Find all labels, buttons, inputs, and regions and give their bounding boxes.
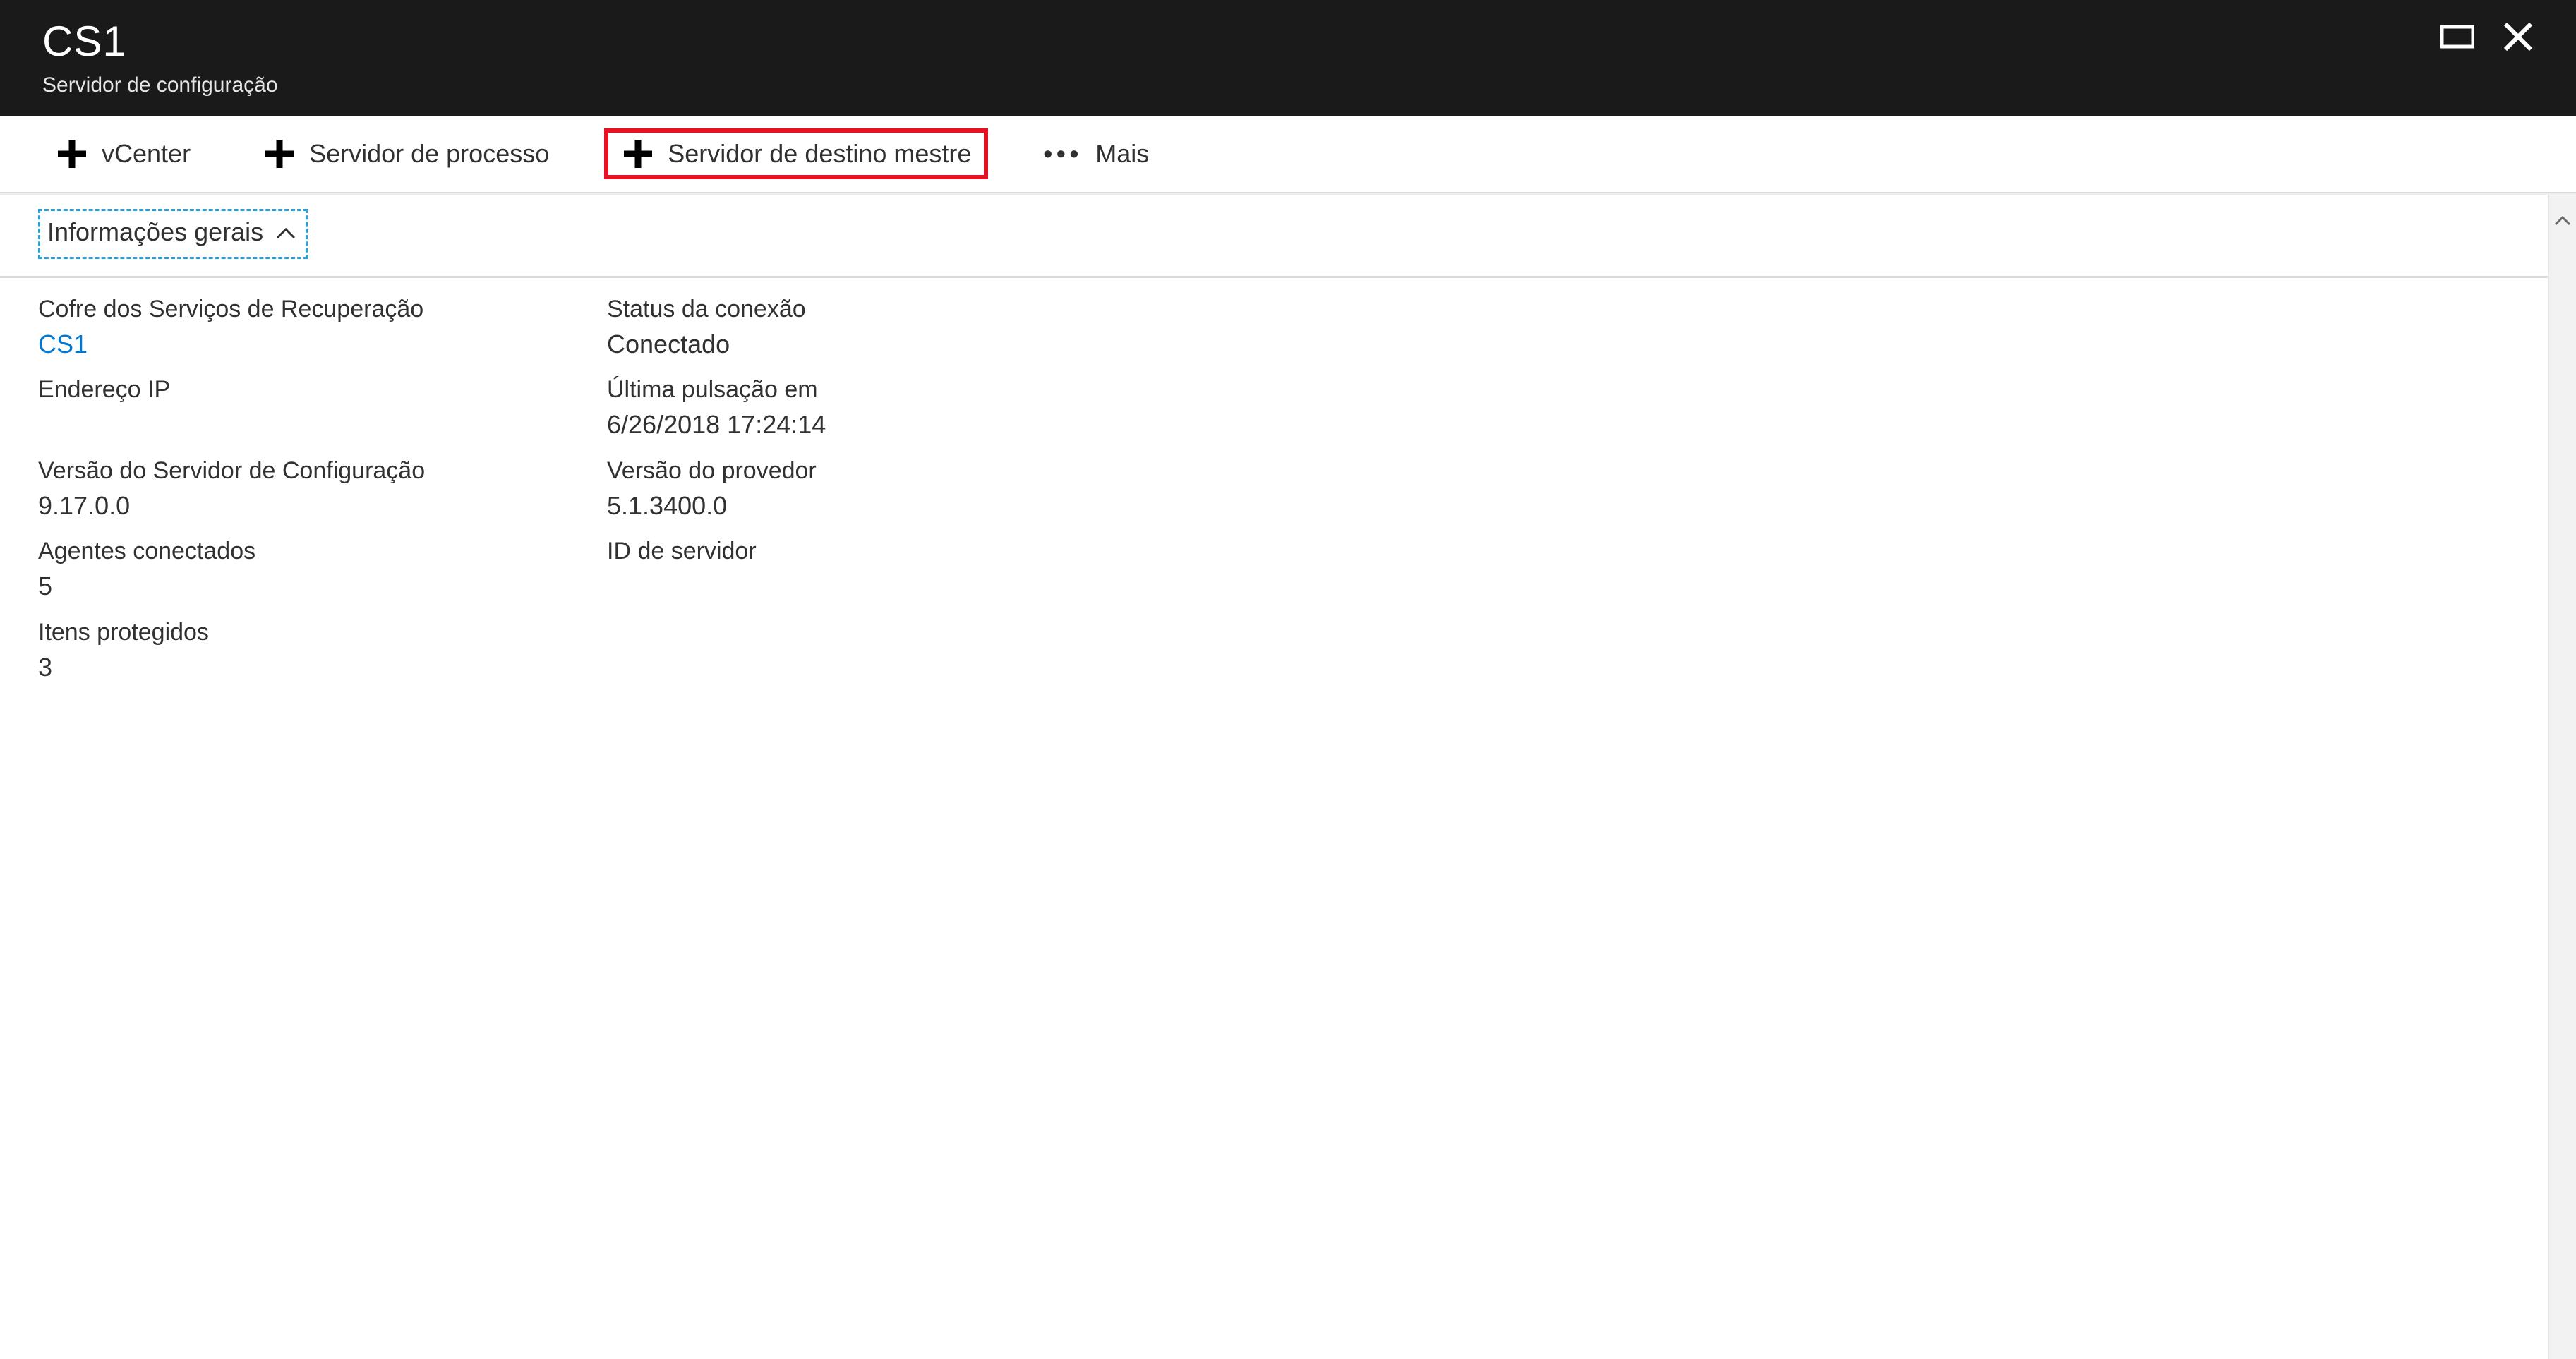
field-value: 5 [38,569,579,604]
maximize-icon[interactable] [2440,23,2474,51]
field-provider-version: Versão do provedor 5.1.3400.0 [607,455,1148,523]
general-info-toggle[interactable]: Informações gerais [38,209,308,259]
toolbar-label: Servidor de destino mestre [668,137,971,171]
more-button[interactable]: ••• Mais [1026,128,1166,180]
field-label: Status da conexão [607,294,1148,326]
field-label: Versão do Servidor de Configuração [38,455,579,488]
blade-window-controls [2440,13,2534,52]
field-label: Versão do provedor [607,455,1148,488]
config-server-blade: CS1 Servidor de configuração vCenter [0,0,2576,1359]
field-value: Conectado [607,327,1148,362]
field-cs-version: Versão do Servidor de Configuração 9.17.… [38,455,579,523]
field-protected-items: Itens protegidos 3 [38,617,579,684]
field-label: Última pulsação em [607,374,1148,406]
field-ip-address: Endereço IP [38,374,579,442]
field-last-heartbeat: Última pulsação em 6/26/2018 17:24:14 [607,374,1148,442]
field-label: Agentes conectados [38,536,579,568]
field-server-id: ID de servidor [607,536,1148,603]
section-title: Informações gerais [47,215,263,250]
empty-cell [607,617,1148,684]
toolbar-label: vCenter [102,137,191,171]
field-recovery-vault: Cofre dos Serviços de Recuperação CS1 [38,294,579,361]
blade-titles: CS1 Servidor de configuração [42,13,278,100]
section-header-row: Informações gerais [0,195,2548,278]
field-label: Itens protegidos [38,617,579,649]
toolbar-label: Mais [1095,137,1149,171]
field-value-link[interactable]: CS1 [38,327,579,362]
add-vcenter-button[interactable]: vCenter [38,128,207,180]
field-value: 6/26/2018 17:24:14 [607,408,1148,442]
blade-body: Informações gerais Cofre dos Serviços de… [0,193,2576,1359]
plus-icon [55,137,89,171]
info-grid: Cofre dos Serviços de Recuperação CS1 St… [0,278,1186,684]
field-label: Endereço IP [38,374,579,406]
field-connection-status: Status da conexão Conectado [607,294,1148,361]
chevron-up-icon[interactable] [2554,205,2571,235]
field-value: 9.17.0.0 [38,489,579,524]
close-icon[interactable] [2503,21,2534,52]
add-process-server-button[interactable]: Servidor de processo [246,128,566,180]
command-bar: vCenter Servidor de processo Servidor de… [0,116,2576,194]
field-value: 5.1.3400.0 [607,489,1148,524]
more-icon: ••• [1043,137,1083,171]
plus-icon [621,137,655,171]
blade-title: CS1 [42,13,278,70]
blade-subtitle: Servidor de configuração [42,71,278,100]
chevron-up-icon [276,215,296,250]
content-area: Informações gerais Cofre dos Serviços de… [0,195,2548,1359]
field-connected-agents: Agentes conectados 5 [38,536,579,603]
scrollbar[interactable] [2548,195,2576,1359]
field-value: 3 [38,651,579,685]
blade-header: CS1 Servidor de configuração [0,0,2576,116]
field-label: ID de servidor [607,536,1148,568]
field-label: Cofre dos Serviços de Recuperação [38,294,579,326]
toolbar-label: Servidor de processo [309,137,549,171]
add-master-target-button[interactable]: Servidor de destino mestre [604,128,988,180]
plus-icon [263,137,296,171]
